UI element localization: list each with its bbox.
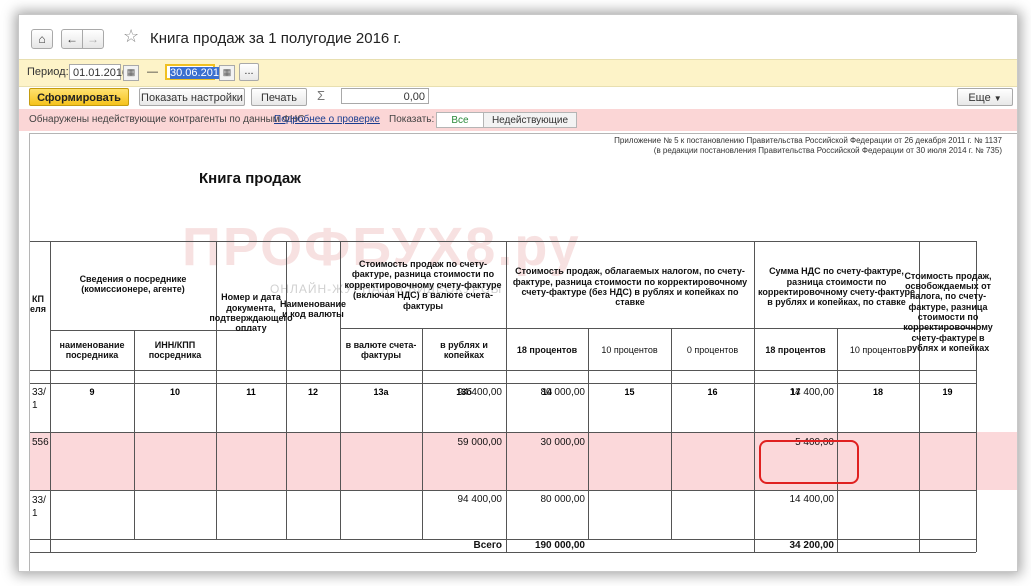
grid-line <box>422 328 423 539</box>
app-window: ⌂ ← → ☆ Книга продаж за 1 полугодие 2016… <box>18 14 1018 572</box>
period-label: Период: <box>27 66 69 78</box>
report-title: Книга продаж <box>199 170 301 187</box>
window-title: Книга продаж за 1 полугодие 2016 г. <box>150 30 402 47</box>
row2-cost-rub: 59 000,00 <box>457 437 503 448</box>
show-filter-label: Показать: <box>389 114 435 125</box>
arrow-left-icon: ← <box>66 32 78 46</box>
notice-bar: Обнаружены недействующие контрагенты по … <box>19 109 1017 131</box>
row2-left-cell: 556 <box>32 437 49 448</box>
report-note-1: Приложение № 5 к постановлению Правитель… <box>614 136 1002 145</box>
show-settings-button[interactable]: Показать настройки <box>139 88 245 106</box>
notice-text: Обнаружены недействующие контрагенты по … <box>29 114 305 125</box>
total-label: Всего <box>473 540 503 551</box>
calendar-from-icon[interactable]: ▦ <box>123 65 139 81</box>
vat-highlight-marker <box>759 440 859 484</box>
colnum-12: 12 <box>307 387 318 397</box>
grid-line <box>588 328 589 539</box>
header-taxable-10: 10 процентов <box>601 344 658 355</box>
colnum-18: 18 <box>872 387 883 397</box>
row3-vat-18: 14 400,00 <box>789 494 835 505</box>
grid-line <box>340 328 976 329</box>
arrow-right-icon: → <box>87 32 99 46</box>
colnum-19: 19 <box>942 387 953 397</box>
row1-vat-18: 14 400,00 <box>789 387 835 398</box>
period-choose-button[interactable]: ... <box>239 63 259 81</box>
grid-line <box>134 330 135 539</box>
colnum-15: 15 <box>624 387 635 397</box>
header-taxable-18: 18 процентов <box>516 344 578 355</box>
header-doc: Номер и дата документа, подтверждающего … <box>209 292 293 334</box>
favorite-star-icon[interactable]: ☆ <box>123 26 139 47</box>
header-vat-18: 18 процентов <box>765 344 826 355</box>
period-to-selected-text: 30.06.2016 <box>170 67 226 79</box>
grid-line <box>30 432 976 433</box>
header-cost-currency: в валюте счета-фактуры <box>345 339 417 360</box>
filter-inactive-option[interactable]: Недействующие <box>483 112 577 128</box>
header-kpp: КП еля <box>30 293 46 314</box>
more-label: Еще <box>968 92 991 104</box>
header-vat: Сумма НДС по счету-фактуре, разница стои… <box>757 266 916 308</box>
notice-details-link[interactable]: Подробнее о проверке <box>274 114 380 125</box>
row3-cost-rub: 94 400,00 <box>457 494 503 505</box>
row1-cost-rub: 94 400,00 <box>457 387 503 398</box>
chevron-down-icon: ▼ <box>993 94 1002 103</box>
colnum-16: 16 <box>707 387 718 397</box>
grid-line <box>30 383 976 384</box>
header-taxable: Стоимость продаж, облагаемых налогом, по… <box>512 266 748 308</box>
period-to-field[interactable]: 30.06.2016 <box>165 64 226 80</box>
grid-line <box>30 552 976 553</box>
total-vat-18: 34 200,00 <box>789 540 835 551</box>
colnum-10: 10 <box>169 387 180 397</box>
print-button[interactable]: Печать <box>251 88 307 106</box>
more-button[interactable]: Еще ▼ <box>957 88 1013 106</box>
colnum-13a: 13а <box>373 387 389 397</box>
grid-line <box>671 328 672 539</box>
colnum-9: 9 <box>89 387 95 397</box>
filter-all-option[interactable]: Все <box>436 112 484 128</box>
report-note-2: (в редакции постановления Правительства … <box>653 146 1002 155</box>
home-button[interactable]: ⌂ <box>31 29 53 49</box>
header-cost: Стоимость продаж по счету-фактуре, разни… <box>344 259 502 311</box>
home-icon: ⌂ <box>38 32 46 46</box>
grid-line <box>30 370 976 371</box>
toolbar: Сформировать Показать настройки Печать Σ… <box>19 86 1017 108</box>
calendar-to-icon[interactable]: ▦ <box>219 65 235 81</box>
row2-taxable-18: 30 000,00 <box>540 437 586 448</box>
colnum-11: 11 <box>246 387 256 397</box>
header-currency: Наименование и код валюты <box>279 298 347 319</box>
generate-button[interactable]: Сформировать <box>29 88 129 106</box>
period-from-field[interactable]: 01.01.2016 <box>69 64 128 80</box>
row3-left-cell: 33/ 1 <box>32 495 46 519</box>
grid-line <box>30 241 976 242</box>
back-button[interactable]: ← <box>61 29 83 49</box>
forward-button[interactable]: → <box>82 29 104 49</box>
header-taxable-0: 0 процентов <box>686 344 739 355</box>
title-bar: ⌂ ← → ☆ Книга продаж за 1 полугодие 2016… <box>19 15 1017 61</box>
grid-line <box>30 490 976 491</box>
header-exempt: Стоимость продаж, освобождаемых от налог… <box>903 270 993 354</box>
header-int-inn: ИНН/КПП посредника <box>148 339 202 360</box>
total-taxable-18: 190 000,00 <box>534 540 585 551</box>
row3-taxable-18: 80 000,00 <box>540 494 586 505</box>
report-area: Приложение № 5 к постановлению Правитель… <box>29 133 1017 571</box>
grid-line <box>30 539 976 540</box>
period-bar: Период: 01.01.2016 ▦ — 30.06.2016 ▦ ... <box>19 59 1017 87</box>
row1-taxable-18: 80 000,00 <box>540 387 586 398</box>
header-intermediary: Сведения о посреднике (комиссионере, аге… <box>79 273 187 294</box>
sigma-icon[interactable]: Σ <box>317 88 325 103</box>
row1-left-cell: 33/ 1 <box>32 387 46 411</box>
header-cost-rub: в рублях и копейках <box>440 339 488 360</box>
header-int-name: наименование посредника <box>59 339 125 360</box>
period-dash: — <box>147 66 158 78</box>
sum-field: 0,00 <box>341 88 429 104</box>
